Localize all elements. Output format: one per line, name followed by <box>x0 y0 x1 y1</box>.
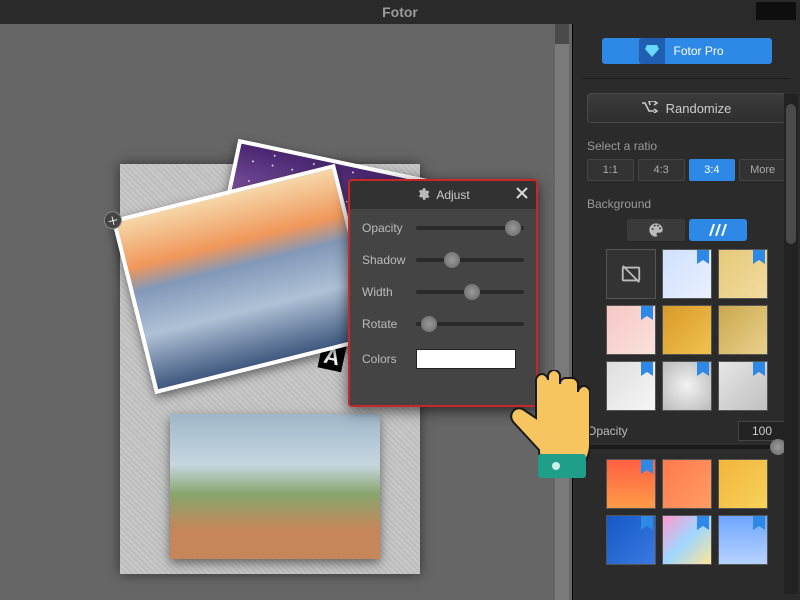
background-swatch[interactable] <box>606 249 656 299</box>
pro-ribbon-icon <box>697 250 709 266</box>
pro-ribbon-icon <box>753 250 765 266</box>
ratio-button-1-1[interactable]: 1:1 <box>587 159 634 181</box>
opacity-slider[interactable] <box>587 445 786 449</box>
pro-ribbon-icon <box>697 516 709 532</box>
background-swatch[interactable] <box>718 459 768 509</box>
background-swatches-top <box>606 249 768 411</box>
adjust-row-rotate: Rotate <box>362 317 524 331</box>
fotor-pro-label: Fotor Pro <box>673 44 723 58</box>
adjust-colors-label: Colors <box>362 352 416 366</box>
adjust-slider-label: Shadow <box>362 253 416 267</box>
titlebar-minimize-area[interactable] <box>756 2 796 20</box>
pro-ribbon-icon <box>753 362 765 378</box>
background-section-label: Background <box>587 197 786 211</box>
ratio-button-3-4[interactable]: 3:4 <box>689 159 736 181</box>
no-image-icon <box>620 263 642 285</box>
adjust-row-opacity: Opacity <box>362 221 524 235</box>
adjust-slider-width[interactable] <box>416 290 524 294</box>
app-title: Fotor <box>382 4 418 20</box>
hand-pointer-icon <box>500 370 590 485</box>
background-swatch[interactable] <box>718 515 768 565</box>
background-swatch[interactable] <box>606 515 656 565</box>
pro-ribbon-icon <box>641 516 653 532</box>
randomize-label: Randomize <box>666 101 732 116</box>
pro-ribbon-icon <box>753 516 765 532</box>
background-swatch[interactable] <box>662 515 712 565</box>
background-tab-palette[interactable] <box>627 219 685 241</box>
panel-scrollbar[interactable] <box>784 94 798 594</box>
canvas-scrollbar[interactable] <box>555 24 569 600</box>
background-swatch[interactable] <box>662 459 712 509</box>
title-bar: Fotor <box>0 0 800 24</box>
pro-ribbon-icon <box>697 362 709 378</box>
canvas-scrollbar-thumb[interactable] <box>555 24 569 44</box>
background-swatch[interactable] <box>718 249 768 299</box>
adjust-popup-header[interactable]: Adjust <box>350 181 536 209</box>
adjust-slider-label: Rotate <box>362 317 416 331</box>
adjust-row-width: Width <box>362 285 524 299</box>
collage-photo-3[interactable] <box>170 414 380 559</box>
ratio-section-label: Select a ratio <box>587 139 786 153</box>
shuffle-icon <box>642 101 658 116</box>
background-opacity-row: Opacity 100 <box>587 421 786 441</box>
background-swatch[interactable] <box>718 361 768 411</box>
adjust-slider-label: Opacity <box>362 221 416 235</box>
ratio-row: 1:14:33:4More <box>587 159 786 181</box>
fotor-pro-button[interactable]: Fotor Pro <box>602 38 772 64</box>
background-swatch[interactable] <box>606 459 656 509</box>
ratio-button-4-3[interactable]: 4:3 <box>638 159 685 181</box>
background-swatch[interactable] <box>718 305 768 355</box>
adjust-slider-rotate[interactable] <box>416 322 524 326</box>
opacity-label: Opacity <box>587 424 628 438</box>
pro-ribbon-icon <box>641 306 653 322</box>
panel-scrollbar-thumb[interactable] <box>786 104 796 244</box>
pro-ribbon-icon <box>641 362 653 378</box>
adjust-slider-label: Width <box>362 285 416 299</box>
background-swatch[interactable] <box>606 361 656 411</box>
background-tabs <box>573 219 800 241</box>
close-icon[interactable] <box>516 187 528 202</box>
divider <box>583 78 790 79</box>
opacity-value[interactable]: 100 <box>738 421 786 441</box>
adjust-slider-shadow[interactable] <box>416 258 524 262</box>
adjust-popup-title: Adjust <box>436 188 469 202</box>
ratio-button-more[interactable]: More <box>739 159 786 181</box>
background-swatch[interactable] <box>662 249 712 299</box>
background-swatch[interactable] <box>662 361 712 411</box>
gear-icon <box>416 187 430 204</box>
adjust-row-shadow: Shadow <box>362 253 524 267</box>
adjust-slider-opacity[interactable] <box>416 226 524 230</box>
right-panel: Fotor Pro Randomize Select a ratio 1:14:… <box>572 24 800 600</box>
pro-ribbon-icon <box>641 460 653 476</box>
randomize-button[interactable]: Randomize <box>587 93 786 123</box>
adjust-color-swatch[interactable] <box>416 349 516 369</box>
background-swatches-bottom <box>606 459 768 565</box>
background-swatch[interactable] <box>662 305 712 355</box>
background-tab-pattern[interactable] <box>689 219 747 241</box>
background-swatch[interactable] <box>606 305 656 355</box>
diamond-icon <box>639 38 665 64</box>
add-handle-icon[interactable]: ＋ <box>102 209 124 231</box>
